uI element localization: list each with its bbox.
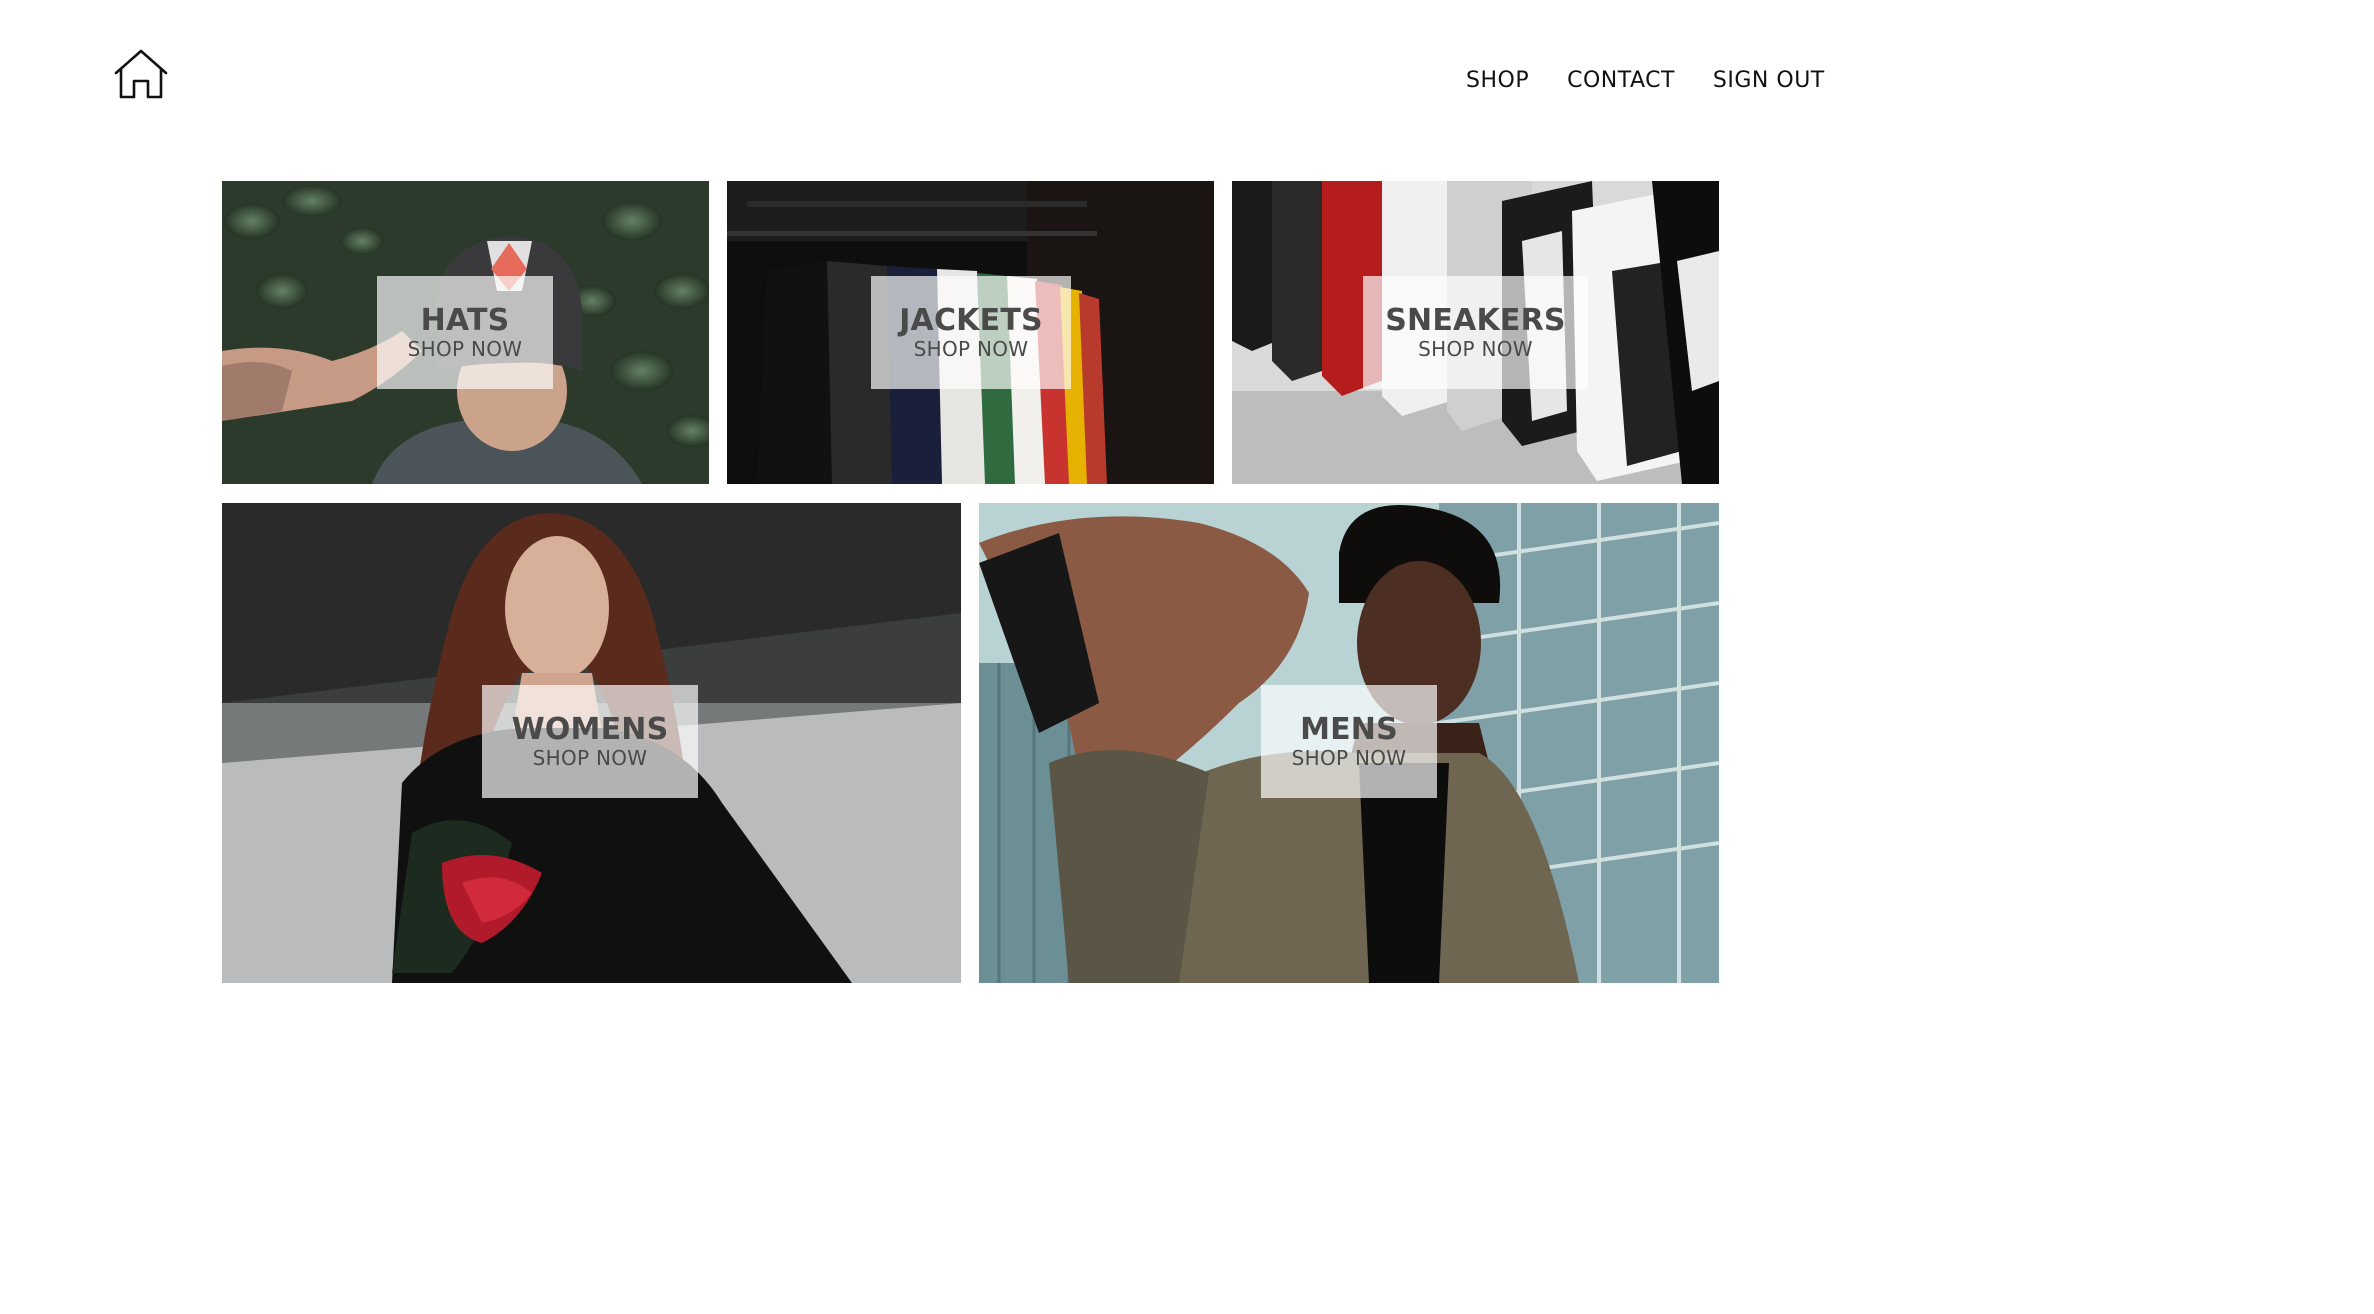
sneakers-subtitle: SHOP NOW bbox=[1418, 336, 1533, 361]
hats-label[interactable]: HATS SHOP NOW bbox=[377, 276, 553, 389]
jackets-label[interactable]: JACKETS SHOP NOW bbox=[871, 276, 1071, 389]
jackets-title: JACKETS bbox=[899, 302, 1043, 338]
nav-shop-link[interactable]: SHOP bbox=[1466, 62, 1529, 99]
site-header: SHOP CONTACT SIGN OUT bbox=[0, 0, 2374, 160]
womens-title: WOMENS bbox=[511, 711, 669, 747]
menu-item-hats[interactable]: HATS SHOP NOW bbox=[222, 181, 709, 484]
womens-label[interactable]: WOMENS SHOP NOW bbox=[482, 685, 698, 798]
nav-sign-out-link[interactable]: SIGN OUT bbox=[1713, 62, 1825, 99]
womens-subtitle: SHOP NOW bbox=[532, 745, 648, 770]
menu-item-sneakers[interactable]: SNEAKERS SHOP NOW bbox=[1232, 181, 1719, 484]
nav-contact-link[interactable]: CONTACT bbox=[1567, 62, 1675, 99]
home-logo-link[interactable] bbox=[112, 47, 170, 101]
sneakers-title: SNEAKERS bbox=[1385, 302, 1566, 338]
jackets-subtitle: SHOP NOW bbox=[913, 336, 1029, 361]
main-nav: SHOP CONTACT SIGN OUT bbox=[1466, 62, 1825, 99]
menu-item-womens[interactable]: WOMENS SHOP NOW bbox=[222, 503, 961, 983]
menu-item-mens[interactable]: MENS SHOP NOW bbox=[979, 503, 1719, 983]
hats-subtitle: SHOP NOW bbox=[407, 336, 523, 361]
sneakers-label[interactable]: SNEAKERS SHOP NOW bbox=[1363, 276, 1588, 389]
hats-title: HATS bbox=[420, 302, 510, 338]
menu-item-jackets[interactable]: JACKETS SHOP NOW bbox=[727, 181, 1214, 484]
mens-subtitle: SHOP NOW bbox=[1291, 745, 1407, 770]
home-icon bbox=[112, 47, 170, 101]
mens-label[interactable]: MENS SHOP NOW bbox=[1261, 685, 1437, 798]
mens-title: MENS bbox=[1300, 711, 1398, 747]
